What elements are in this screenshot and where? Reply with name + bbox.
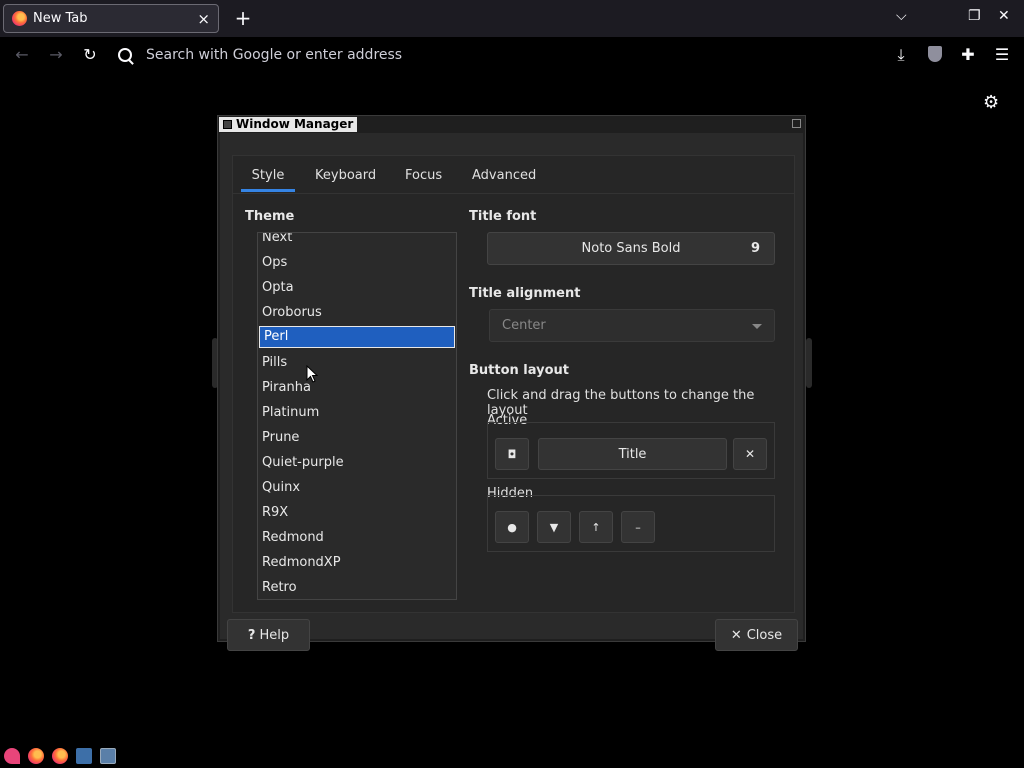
list-item[interactable]: Platinum xyxy=(258,400,456,425)
list-tabs-icon[interactable]: ⌵ xyxy=(896,8,907,24)
close-tab-icon[interactable]: × xyxy=(197,10,210,28)
list-item[interactable]: Opta xyxy=(258,275,456,300)
minimize-button-tile[interactable]: – xyxy=(621,511,655,543)
tab-title: New Tab xyxy=(33,11,88,26)
font-name: Noto Sans Bold xyxy=(581,241,681,256)
url-placeholder: Search with Google or enter address xyxy=(146,47,403,63)
list-item[interactable]: Prune xyxy=(258,425,456,450)
app-menu-icon[interactable] xyxy=(4,748,20,764)
close-button[interactable]: ✕ Close xyxy=(715,619,798,651)
list-item[interactable]: Quinx xyxy=(258,475,456,500)
list-item-selected[interactable]: Perl xyxy=(259,326,455,348)
firefox-icon xyxy=(12,11,27,26)
right-resize-grip xyxy=(806,338,812,388)
tab-keyboard[interactable]: Keyboard xyxy=(315,168,376,183)
search-icon xyxy=(118,48,132,62)
tab-strip: Style Keyboard Focus Advanced xyxy=(233,156,794,194)
stick-button-tile[interactable]: ● xyxy=(495,511,529,543)
browser-tab[interactable]: New Tab × xyxy=(3,4,219,33)
list-item[interactable]: Quiet-purple xyxy=(258,450,456,475)
ublock-shield-icon[interactable] xyxy=(928,46,942,62)
list-item[interactable]: RedmondXP xyxy=(258,550,456,575)
button-layout-hint: Click and drag the buttons to change the… xyxy=(487,388,755,418)
close-icon: ✕ xyxy=(730,627,742,643)
reload-icon[interactable]: ↻ xyxy=(80,45,100,64)
list-item[interactable]: Redmond xyxy=(258,525,456,550)
browser-tabbar: New Tab × + ⌵ ❐ ✕ xyxy=(0,0,1024,37)
shade-button-tile[interactable]: ▼ xyxy=(537,511,571,543)
theme-label: Theme xyxy=(245,209,295,224)
new-tab-button[interactable]: + xyxy=(232,6,254,30)
title-alignment-label: Title alignment xyxy=(469,286,581,301)
tab-advanced[interactable]: Advanced xyxy=(472,168,536,183)
title-alignment-select[interactable]: Center xyxy=(489,309,775,342)
menu-button-tile[interactable]: ◘ xyxy=(495,438,529,470)
settings-notebook: Style Keyboard Focus Advanced Theme Next… xyxy=(232,155,795,613)
title-font-label: Title font xyxy=(469,209,537,224)
settings-window-icon[interactable] xyxy=(100,748,116,764)
url-bar[interactable]: Search with Google or enter address xyxy=(110,41,670,69)
tab-style[interactable]: Style xyxy=(241,168,295,192)
list-item[interactable]: R9X xyxy=(258,500,456,525)
title-font-button[interactable]: Noto Sans Bold 9 xyxy=(487,232,775,265)
taskbar xyxy=(0,744,1024,768)
dialog-body: Style Keyboard Focus Advanced Theme Next… xyxy=(220,133,803,651)
font-size: 9 xyxy=(750,241,760,256)
downloads-icon[interactable]: ⤓ xyxy=(891,45,911,65)
close-window-icon[interactable]: ✕ xyxy=(998,8,1010,24)
above-button-tile[interactable]: ↑ xyxy=(579,511,613,543)
help-button[interactable]: ? Help xyxy=(227,619,310,651)
menu-icon[interactable]: ☰ xyxy=(992,45,1012,64)
button-layout-label: Button layout xyxy=(469,363,570,378)
extensions-icon[interactable]: ✚ xyxy=(958,45,978,64)
maximize-icon[interactable] xyxy=(792,119,801,128)
firefox-window-icon[interactable] xyxy=(52,748,68,764)
gear-icon[interactable]: ⚙ xyxy=(983,92,999,113)
list-item[interactable]: Next xyxy=(258,233,456,250)
list-item[interactable]: Retro xyxy=(258,575,456,599)
dialog-titlebar[interactable]: Window Manager xyxy=(218,116,805,132)
mouse-cursor xyxy=(306,365,318,383)
list-item[interactable]: Ops xyxy=(258,250,456,275)
title-button-tile[interactable]: Title xyxy=(538,438,727,470)
help-icon: ? xyxy=(247,627,256,643)
list-item[interactable]: Oroborus xyxy=(258,300,456,325)
theme-list[interactable]: Next Ops Opta Oroborus Perl Pills Piranh… xyxy=(257,232,457,600)
list-item[interactable]: Pills xyxy=(258,350,456,375)
tab-focus[interactable]: Focus xyxy=(405,168,442,183)
dialog-title: Window Manager xyxy=(219,117,358,132)
forward-icon[interactable]: → xyxy=(46,45,66,64)
firefox-icon[interactable] xyxy=(28,748,44,764)
close-button-tile[interactable]: ✕ xyxy=(733,438,767,470)
back-icon[interactable]: ← xyxy=(12,45,32,64)
chevron-down-icon xyxy=(752,324,762,329)
browser-navbar: ← → ↻ Search with Google or enter addres… xyxy=(0,37,1024,73)
list-item[interactable]: Piranha xyxy=(258,375,456,400)
window-menu-icon[interactable] xyxy=(223,120,232,129)
restore-window-icon[interactable]: ❐ xyxy=(968,8,981,24)
terminal-icon[interactable] xyxy=(76,748,92,764)
